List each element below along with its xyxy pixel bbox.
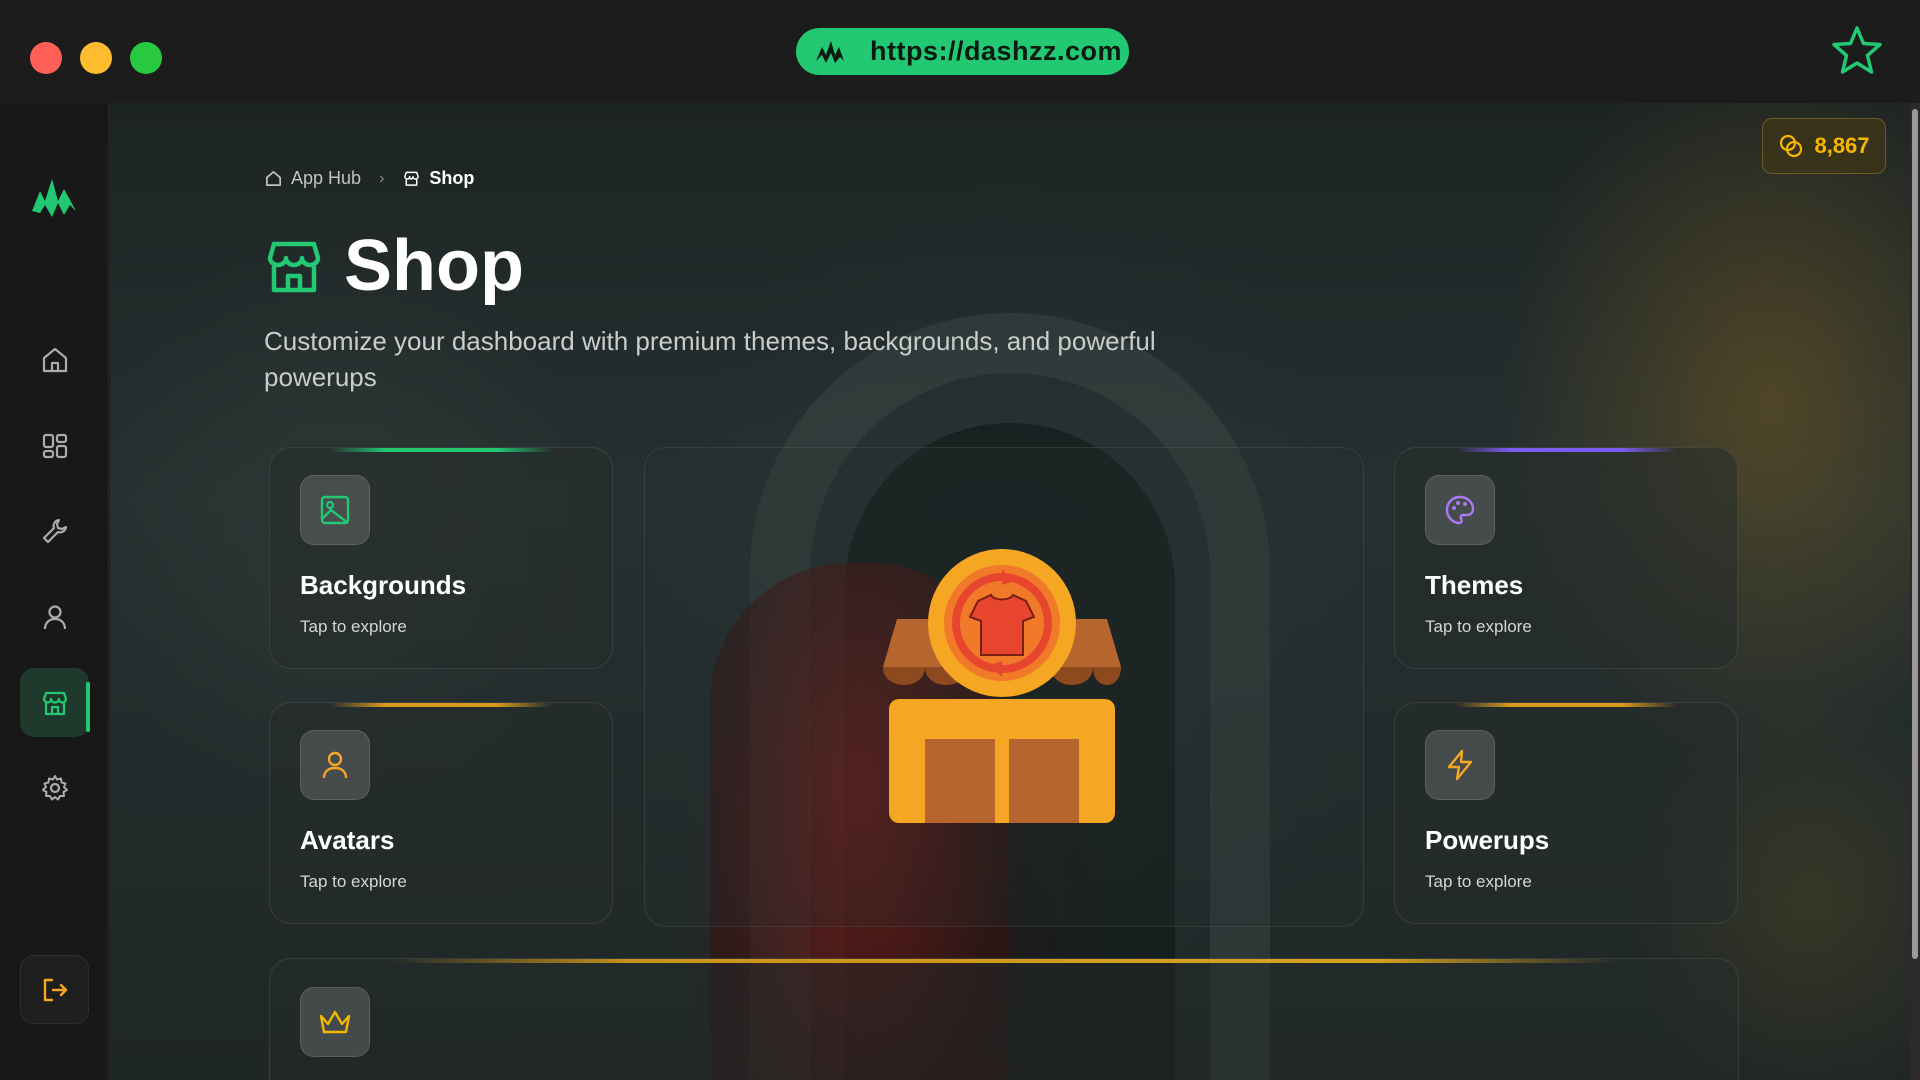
minimize-window-button[interactable] <box>80 42 112 74</box>
home-icon <box>42 347 67 372</box>
user-icon <box>43 604 66 629</box>
card-sub: Tap to explore <box>1425 872 1532 891</box>
card-icon-box <box>1425 730 1495 800</box>
page-title: Shop <box>344 226 524 306</box>
shop-stall-illustration <box>883 549 1121 823</box>
sidebar-item-dashboard[interactable] <box>20 411 89 480</box>
sidebar-item-shop[interactable] <box>20 668 89 737</box>
breadcrumb-app-hub[interactable]: App Hub <box>291 168 361 189</box>
card-powerups[interactable]: Powerups Tap to explore <box>1394 702 1738 924</box>
sidebar <box>0 103 109 1080</box>
card-premium[interactable] <box>269 958 1739 1080</box>
logout-button[interactable] <box>20 955 89 1024</box>
coins-icon <box>1780 134 1803 158</box>
card-label: Backgrounds <box>300 570 467 600</box>
card-label: Avatars <box>300 825 395 855</box>
url-bar[interactable]: https://dashzz.com <box>796 28 1129 75</box>
bolt-icon <box>1447 749 1473 781</box>
card-backgrounds[interactable]: Backgrounds Tap to explore <box>269 447 613 669</box>
page-title-row: Shop <box>264 225 524 307</box>
palette-icon <box>1445 495 1475 525</box>
sidebar-item-profile[interactable] <box>20 582 89 651</box>
card-icon-box <box>300 987 370 1057</box>
gear-icon <box>41 774 68 800</box>
sidebar-item-home[interactable] <box>20 325 89 394</box>
scrollbar-thumb[interactable] <box>1912 109 1918 959</box>
breadcrumb: App Hub › Shop <box>264 168 474 189</box>
card-sub: Tap to explore <box>1425 617 1532 636</box>
maximize-window-button[interactable] <box>130 42 162 74</box>
card-icon-box <box>1425 475 1495 545</box>
card-themes[interactable]: Themes Tap to explore <box>1394 447 1738 669</box>
shop-icon <box>42 691 67 715</box>
scrollbar[interactable] <box>1910 103 1920 1080</box>
sidebar-item-tools[interactable] <box>20 496 89 565</box>
card-accent-line <box>1455 448 1677 452</box>
url-text: https://dashzz.com <box>870 36 1123 66</box>
user-icon <box>322 751 348 779</box>
crown-icon <box>319 1010 351 1034</box>
card-avatars[interactable]: Avatars Tap to explore <box>269 702 613 924</box>
card-label: Powerups <box>1425 825 1550 855</box>
brand-logo-icon[interactable] <box>30 171 78 221</box>
wrench-icon <box>42 518 67 543</box>
brand-logo-icon <box>816 40 844 63</box>
card-sub: Tap to explore <box>300 617 407 636</box>
active-indicator <box>86 682 90 732</box>
bookmark-star-icon[interactable] <box>1830 24 1884 78</box>
dashboard-icon <box>42 433 67 458</box>
card-accent-line <box>330 448 552 452</box>
breadcrumb-shop: Shop <box>429 168 475 188</box>
logout-icon <box>43 978 67 1001</box>
image-icon <box>320 495 350 525</box>
card-icon-box <box>300 730 370 800</box>
page-subtitle: Customize your dashboard with premium th… <box>264 326 1156 392</box>
coin-balance-value: 8,867 <box>1814 133 1870 158</box>
card-accent-line <box>390 959 1618 963</box>
sidebar-item-settings[interactable] <box>20 753 89 822</box>
window-titlebar: https://dashzz.com <box>0 0 1920 103</box>
card-sub: Tap to explore <box>300 872 407 891</box>
card-icon-box <box>300 475 370 545</box>
main-content: 8,867 App Hub › Shop Shop Customize your… <box>110 103 1910 1080</box>
close-window-button[interactable] <box>30 42 62 74</box>
shop-icon <box>267 241 321 293</box>
chevron-right-icon: › <box>379 169 385 187</box>
coin-balance[interactable]: 8,867 <box>1762 118 1886 174</box>
shop-icon <box>404 171 420 186</box>
card-accent-line <box>330 703 552 707</box>
card-accent-line <box>1455 703 1677 707</box>
card-label: Themes <box>1425 570 1524 600</box>
home-icon <box>265 170 282 187</box>
